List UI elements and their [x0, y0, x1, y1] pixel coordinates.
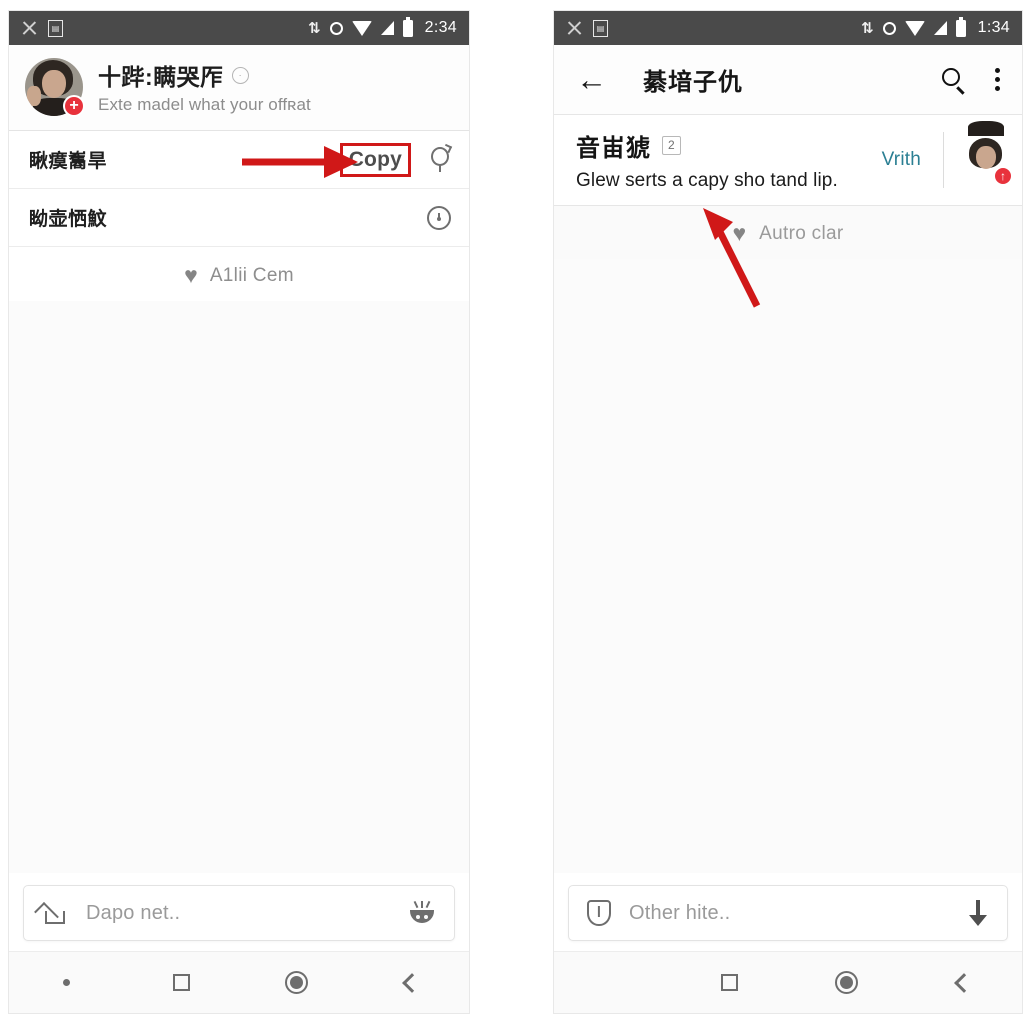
- right-heart-line[interactable]: ♥ Autro clar: [554, 206, 1022, 259]
- sync-icon: ⇅: [861, 19, 874, 37]
- status-bar-right-icons: ⇅ 1:34: [861, 16, 1010, 37]
- back-arrow-icon[interactable]: ←: [576, 64, 607, 95]
- app-bar-actions: [942, 68, 1000, 91]
- row-actions: Copy: [339, 142, 453, 177]
- sd-card-icon: ▤: [48, 19, 63, 37]
- signal-icon: [380, 21, 394, 35]
- row-label: 眑壶恓魰: [29, 209, 108, 230]
- avatar-arm: [27, 85, 41, 106]
- status-bar-left-icons: ▤: [21, 19, 63, 37]
- heart-line-label: Autro clar: [759, 222, 844, 244]
- list-row-2[interactable]: 眑壶恓魰: [9, 189, 469, 247]
- no-sim-icon: [566, 20, 583, 37]
- back-chevron-icon[interactable]: [354, 972, 469, 993]
- right-phone-panel: ▤ ⇅ 1:34 ← 綦堷子仇 音峀猇 2 Glew serts a capy …: [553, 10, 1023, 1014]
- page-title: 十跸:瞒哭厏: [98, 64, 224, 90]
- vertical-divider: [943, 132, 944, 188]
- page-subtitle: Exte madel ᴡhat your offʀat: [98, 95, 311, 114]
- title-row: 十跸:瞒哭厏 ·: [98, 58, 311, 92]
- left-heart-line[interactable]: ♥ A1lii Cem: [9, 247, 469, 301]
- left-phone-panel: ▤ ⇅ 2:34 + 十跸:瞒哭厏 · Exte madel ᴡhat your…: [8, 10, 470, 1014]
- clock-icon[interactable]: [427, 205, 451, 230]
- avatar-face: [42, 69, 66, 98]
- wifi-icon: [351, 20, 372, 36]
- row-actions: [427, 205, 451, 230]
- left-nav-bar: [9, 951, 469, 1013]
- status-bar-right-icons: ⇅ 2:34: [308, 16, 457, 37]
- left-empty-body: [9, 301, 469, 873]
- heart-line-label: A1lii Cem: [209, 264, 294, 286]
- home-circle-icon[interactable]: [788, 971, 905, 994]
- battery-icon: [402, 16, 413, 37]
- search-icon[interactable]: [942, 68, 965, 91]
- battery-icon: [955, 16, 966, 37]
- app-bar-text-block: 十跸:瞒哭厏 · Exte madel ᴡhat your offʀat: [98, 58, 311, 115]
- card-subtitle: Glew serts a capy sho tand lip.: [576, 170, 838, 191]
- avatar[interactable]: ↑: [962, 121, 1013, 186]
- card-side: Vrith ↑: [872, 121, 1022, 192]
- search-input-placeholder: Other hite..: [629, 901, 731, 924]
- list-row-1[interactable]: 瞅瘼雟旱 Copy: [9, 131, 469, 189]
- status-bar-clock: 2:34: [424, 19, 457, 36]
- ring-icon: [329, 21, 343, 35]
- status-bar-left-icons: ▤: [566, 19, 608, 37]
- search-input[interactable]: Other hite..: [568, 885, 1008, 941]
- ring-icon: [882, 21, 896, 35]
- home-circle-icon[interactable]: [239, 971, 354, 994]
- heart-icon[interactable]: ♥: [184, 264, 198, 287]
- status-bar-clock: 1:34: [977, 19, 1010, 36]
- count-badge: 2: [662, 136, 681, 155]
- left-app-bar: + 十跸:瞒哭厏 · Exte madel ᴡhat your offʀat: [9, 45, 469, 131]
- wifi-icon: [904, 20, 925, 36]
- page-title: 綦堷子仇: [643, 69, 743, 96]
- content-card[interactable]: 音峀猇 2 Glew serts a capy sho tand lip. Vr…: [554, 115, 1022, 206]
- card-title: 音峀猇: [576, 135, 651, 162]
- signal-icon: [933, 21, 947, 35]
- no-sim-icon: [21, 20, 38, 37]
- right-empty-body: [554, 259, 1022, 873]
- balloon-icon[interactable]: [429, 143, 453, 173]
- card-title-row: 音峀猇 2: [576, 128, 872, 163]
- sd-card-icon: ▤: [593, 19, 608, 37]
- info-icon[interactable]: ·: [231, 66, 249, 84]
- shield-icon: [587, 900, 611, 926]
- kebab-menu-icon[interactable]: [995, 68, 1000, 91]
- recents-square-icon[interactable]: [124, 974, 239, 991]
- back-chevron-icon[interactable]: [905, 972, 1022, 993]
- home-icon: [42, 901, 68, 925]
- copy-button[interactable]: Copy: [339, 142, 411, 177]
- right-app-bar: ← 綦堷子仇: [554, 45, 1022, 115]
- bowl-face-icon[interactable]: [408, 900, 436, 925]
- add-badge-icon[interactable]: +: [63, 94, 85, 117]
- right-bottom-area: Other hite..: [554, 873, 1022, 1013]
- card-main: 音峀猇 2 Glew serts a capy sho tand lip.: [576, 128, 872, 192]
- left-status-bar: ▤ ⇅ 2:34: [9, 11, 469, 45]
- card-side-link[interactable]: Vrith: [872, 149, 943, 171]
- dot-indicator: [9, 979, 124, 986]
- row-label: 瞅瘼雟旱: [29, 151, 108, 172]
- sync-icon: ⇅: [308, 19, 321, 37]
- screenshot-root: ▤ ⇅ 2:34 + 十跸:瞒哭厏 · Exte madel ᴡhat your…: [0, 0, 1024, 1024]
- search-input[interactable]: Dapo net..: [23, 885, 455, 941]
- avatar[interactable]: +: [25, 57, 85, 117]
- left-bottom-area: Dapo net..: [9, 873, 469, 1013]
- download-arrow-icon[interactable]: [967, 900, 989, 926]
- heart-icon[interactable]: ♥: [733, 222, 747, 245]
- right-status-bar: ▤ ⇅ 1:34: [554, 11, 1022, 45]
- upload-badge-icon[interactable]: ↑: [993, 166, 1013, 186]
- right-nav-bar: [554, 951, 1022, 1013]
- search-input-placeholder: Dapo net..: [86, 901, 181, 924]
- recents-square-icon[interactable]: [671, 974, 788, 991]
